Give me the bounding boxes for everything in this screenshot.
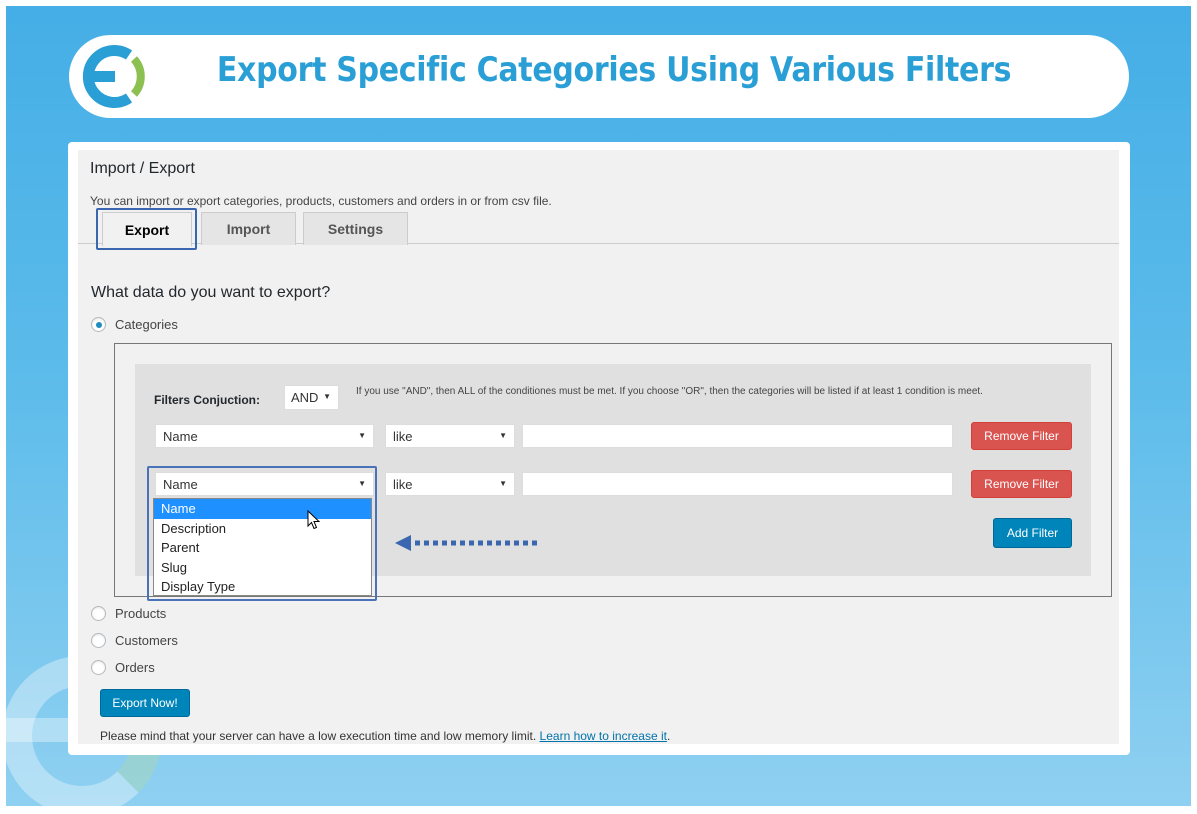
mouse-pointer-icon	[307, 510, 321, 530]
server-note-text: Please mind that your server can have a …	[100, 729, 537, 743]
filter-1-field-select[interactable]: Name ▼	[155, 424, 374, 448]
option-orders[interactable]: Orders	[91, 660, 155, 675]
conjunction-hint: If you use "AND", then ALL of the condit…	[356, 386, 983, 397]
conjunction-label: Filters Conjuction:	[154, 393, 260, 407]
products-label: Products	[115, 606, 167, 621]
plugin-card: Import / Export You can import or export…	[68, 142, 1130, 755]
field-dropdown-list[interactable]: Name Description Parent Slug Display Typ…	[153, 498, 372, 596]
option-products[interactable]: Products	[91, 606, 166, 621]
chevron-down-icon: ▼	[323, 392, 331, 401]
conjunction-value: AND	[291, 390, 319, 405]
orders-radio[interactable]	[91, 660, 106, 675]
banner-title: Export Specific Categories Using Various…	[216, 50, 1012, 91]
server-note: Please mind that your server can have a …	[100, 729, 670, 743]
add-filter-button[interactable]: Add Filter	[993, 518, 1072, 548]
chevron-down-icon: ▼	[499, 479, 507, 488]
filter-2-operator-value: like	[393, 477, 413, 492]
tab-bar: Export Import Settings	[78, 210, 1119, 246]
increase-limit-link[interactable]: Learn how to increase it	[540, 729, 667, 743]
dropdown-option[interactable]: Description	[154, 519, 371, 539]
filter-1-value-input[interactable]	[522, 424, 953, 448]
customers-label: Customers	[115, 633, 178, 648]
products-radio[interactable]	[91, 606, 106, 621]
export-tab-highlight	[96, 208, 197, 250]
categories-label: Categories	[115, 317, 178, 332]
chevron-down-icon: ▼	[499, 431, 507, 440]
filter-1-remove-button[interactable]: Remove Filter	[971, 422, 1072, 450]
option-customers[interactable]: Customers	[91, 633, 178, 648]
server-note-suffix: .	[666, 729, 671, 743]
dotted-arrow-icon	[395, 535, 537, 551]
conjunction-select[interactable]: AND ▼	[284, 385, 339, 410]
filter-1-operator-value: like	[393, 429, 413, 444]
dropdown-option[interactable]: Name	[154, 499, 371, 519]
chevron-down-icon: ▼	[358, 431, 366, 440]
tab-import[interactable]: Import	[201, 212, 296, 245]
page-description: You can import or export categories, pro…	[90, 194, 552, 208]
filter-2-operator-select[interactable]: like ▼	[385, 472, 515, 496]
filter-1-operator-select[interactable]: like ▼	[385, 424, 515, 448]
export-question: What data do you want to export?	[91, 284, 331, 301]
filter-1-field-value: Name	[163, 429, 198, 444]
filter-2-remove-button[interactable]: Remove Filter	[971, 470, 1072, 498]
banner: Export Specific Categories Using Various…	[69, 35, 1129, 118]
dropdown-option[interactable]: Slug	[154, 558, 371, 578]
orders-label: Orders	[115, 660, 155, 675]
export-now-button[interactable]: Export Now!	[100, 689, 190, 717]
dropdown-option[interactable]: Display Type	[154, 577, 371, 597]
page-title: Import / Export	[90, 160, 195, 177]
import-export-panel: Import / Export You can import or export…	[78, 150, 1119, 744]
customers-radio[interactable]	[91, 633, 106, 648]
option-categories[interactable]: Categories	[91, 317, 178, 332]
filter-2-value-input[interactable]	[522, 472, 953, 496]
dropdown-option[interactable]: Parent	[154, 538, 371, 558]
categories-radio[interactable]	[91, 317, 106, 332]
brand-logo-icon	[82, 45, 145, 108]
tab-settings[interactable]: Settings	[303, 212, 408, 245]
